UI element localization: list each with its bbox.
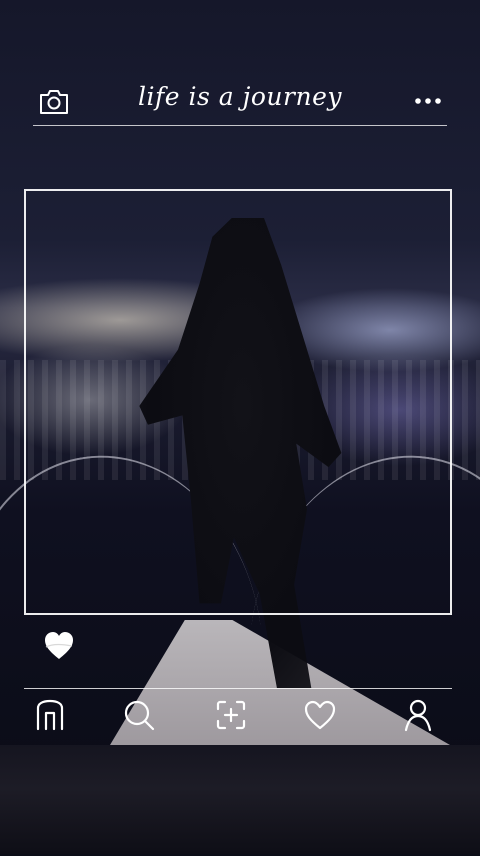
profile-icon[interactable] (400, 697, 436, 733)
top-divider (33, 125, 447, 126)
more-horizontal-icon[interactable] (412, 92, 444, 110)
heart-outline-icon[interactable] (302, 697, 338, 733)
heart-filled-icon[interactable] (42, 627, 76, 663)
bottom-nav (0, 697, 480, 737)
photo-frame (24, 189, 452, 615)
home-icon[interactable] (32, 697, 68, 733)
bottom-divider (24, 688, 452, 689)
page-title: life is a journey (138, 82, 342, 111)
bottom-blurred-area (0, 745, 480, 854)
add-post-icon[interactable] (213, 697, 249, 733)
top-bar: life is a journey (0, 80, 480, 126)
search-icon[interactable] (121, 697, 157, 733)
